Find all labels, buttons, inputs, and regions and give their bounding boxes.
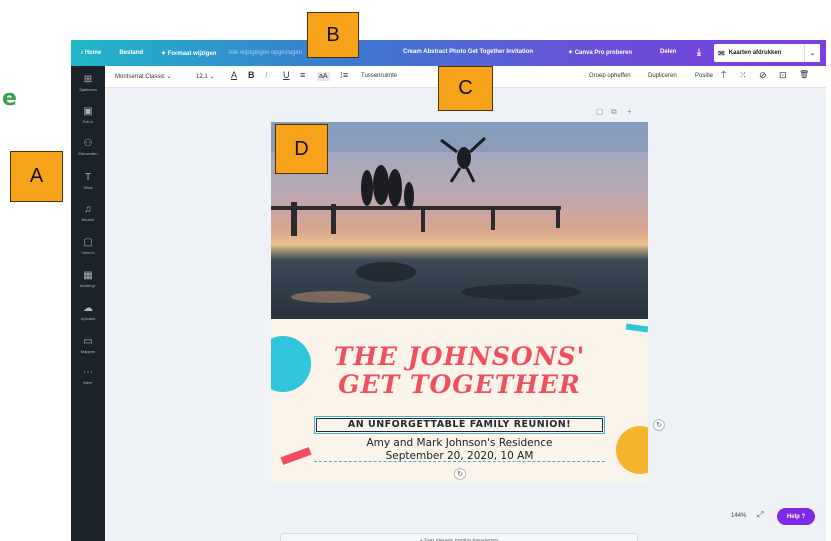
duplicate-page-icon[interactable]: ⧉ — [611, 107, 617, 117]
design-page[interactable]: THE JOHNSONS' GET TOGETHER AN UNFORGETTA… — [271, 122, 648, 482]
sidebar-item-label: Elementen — [78, 151, 98, 156]
sidebar-item-music[interactable]: ♫ Muziek — [71, 204, 105, 222]
video-icon: ▢ — [83, 237, 93, 248]
copy-style-icon[interactable]: ⍑ — [721, 70, 726, 81]
callout-a: A — [10, 151, 63, 202]
sidebar-item-label: Muziek — [81, 217, 95, 222]
top-bar: ‹ Home Bestand ✦ Formaat wijzigen Alle w… — [71, 40, 826, 66]
sidebar-item-templates[interactable]: ⊞ Sjablonen — [71, 74, 105, 92]
lock-icon[interactable]: ⊡ — [779, 70, 787, 81]
sidebar: ⊞ Sjablonen ▣ Foto's ⚇ Elementen T Tekst… — [71, 66, 105, 541]
callout-c: C — [438, 66, 493, 111]
templates-icon: ⊞ — [83, 74, 93, 85]
add-page-icon[interactable]: + — [627, 107, 632, 116]
home-button[interactable]: ‹ Home — [81, 50, 101, 56]
chevron-down-icon[interactable]: ⌄ — [804, 44, 820, 62]
print-cards-button[interactable]: ✉ Kaarten afdrukken — [714, 44, 812, 62]
sidebar-item-label: Mappen — [80, 349, 96, 354]
canva-editor: ‹ Home Bestand ✦ Formaat wijzigen Alle w… — [71, 40, 826, 541]
music-note-icon: ♫ — [84, 204, 92, 215]
sidebar-item-uploads[interactable]: ☁ Uploads — [71, 303, 105, 321]
envelope-icon: ✉ — [718, 48, 725, 58]
list-button[interactable]: ⁝≡ — [340, 70, 348, 81]
reunion-banner-text[interactable]: AN UNFORGETTABLE FAMILY REUNION! — [316, 418, 603, 432]
rotate-handle-icon[interactable]: ↻ — [454, 468, 466, 480]
link-icon[interactable]: ⊘ — [759, 70, 767, 81]
bold-button[interactable]: B — [248, 70, 255, 80]
teal-stroke-decoration — [625, 323, 648, 333]
text-case-button[interactable]: aA — [317, 72, 330, 81]
invitation-heading-line-1[interactable]: THE JOHNSONS' — [271, 342, 648, 371]
sidebar-item-label: Uploads — [80, 316, 96, 321]
sidebar-item-photos[interactable]: ▣ Foto's — [71, 106, 105, 124]
sidebar-item-label: Video's — [81, 250, 95, 255]
sidebar-item-backgrounds[interactable]: ▦ Achtergr. — [71, 270, 105, 288]
transparency-icon[interactable]: ⁙ — [739, 70, 747, 81]
duplicate-button[interactable]: Dupliceren — [648, 73, 677, 79]
position-button[interactable]: Positie — [695, 73, 713, 79]
upload-cloud-icon: ☁ — [83, 303, 93, 314]
sidebar-item-label: Foto's — [82, 119, 94, 124]
canva-pro-button[interactable]: ✦ Canva Pro proberen — [568, 49, 632, 56]
document-title[interactable]: Cream Abstract Photo Get Together Invita… — [403, 49, 533, 55]
text-icon: T — [84, 172, 92, 183]
address-text[interactable]: Amy and Mark Johnson's Residence — [271, 437, 648, 449]
spacing-button[interactable]: Tussenruimte — [361, 73, 397, 79]
cropped-heading-letter: e — [2, 86, 17, 111]
font-family-dropdown[interactable]: Montserrat Classic ⌄ — [115, 73, 171, 80]
sidebar-item-folders[interactable]: ▭ Mappen — [71, 336, 105, 354]
sidebar-item-label: Tekst — [83, 185, 93, 190]
elements-icon: ⚇ — [83, 138, 93, 149]
sidebar-item-more[interactable]: ⋯ Meer — [71, 367, 105, 385]
group-selection-outline — [314, 461, 605, 462]
screenshot-root: e A B C D ‹ Home Bestand ✦ Formaat wijzi… — [0, 0, 831, 541]
canvas-area: ▢ ⧉ + THE JOHNSONS' GET TOGETHER AN UNFO… — [105, 88, 826, 541]
sidebar-item-elements[interactable]: ⚇ Elementen — [71, 138, 105, 156]
photos-icon: ▣ — [83, 106, 93, 117]
more-dots-icon: ⋯ — [83, 367, 93, 378]
italic-button[interactable]: I — [265, 70, 268, 80]
background-pattern-icon: ▦ — [83, 270, 93, 281]
sidebar-item-videos[interactable]: ▢ Video's — [71, 237, 105, 255]
font-size-dropdown[interactable]: 12,1 ⌄ — [196, 73, 214, 80]
save-status: Alle wijzigingen opgeslagen — [228, 50, 303, 56]
print-cards-label: Kaarten afdrukken — [728, 50, 782, 56]
callout-d: D — [275, 124, 328, 174]
side-rotate-icon[interactable]: ↻ — [653, 419, 665, 431]
ungroup-button[interactable]: Groep opheffen — [589, 73, 631, 79]
resize-button[interactable]: ✦ Formaat wijzigen — [161, 50, 216, 57]
folder-icon: ▭ — [83, 336, 93, 347]
file-menu[interactable]: Bestand — [119, 50, 143, 56]
sidebar-item-label: Meer — [83, 380, 93, 385]
strikethrough-button[interactable]: ≡ — [300, 70, 305, 80]
download-icon[interactable]: ⤓ — [697, 47, 701, 58]
fullscreen-expand-icon[interactable]: ⤢ — [757, 510, 763, 520]
trash-icon[interactable]: 🗑 — [799, 70, 809, 79]
add-new-page-button[interactable]: + Een nieuwe pagina toevoegen — [280, 533, 638, 541]
page-note-icon[interactable]: ▢ — [596, 107, 604, 116]
text-color-button[interactable]: A — [231, 70, 237, 80]
sidebar-item-text[interactable]: T Tekst — [71, 172, 105, 190]
help-button[interactable]: Help ? — [777, 508, 815, 525]
share-button[interactable]: Delen — [660, 49, 676, 55]
underline-button[interactable]: U — [283, 70, 290, 80]
sidebar-item-label: Achtergr. — [79, 283, 96, 288]
zoom-level[interactable]: 144% — [731, 513, 746, 519]
sidebar-item-label: Sjablonen — [79, 87, 97, 92]
invitation-heading-line-2[interactable]: GET TOGETHER — [271, 370, 648, 399]
callout-b: B — [307, 12, 359, 58]
